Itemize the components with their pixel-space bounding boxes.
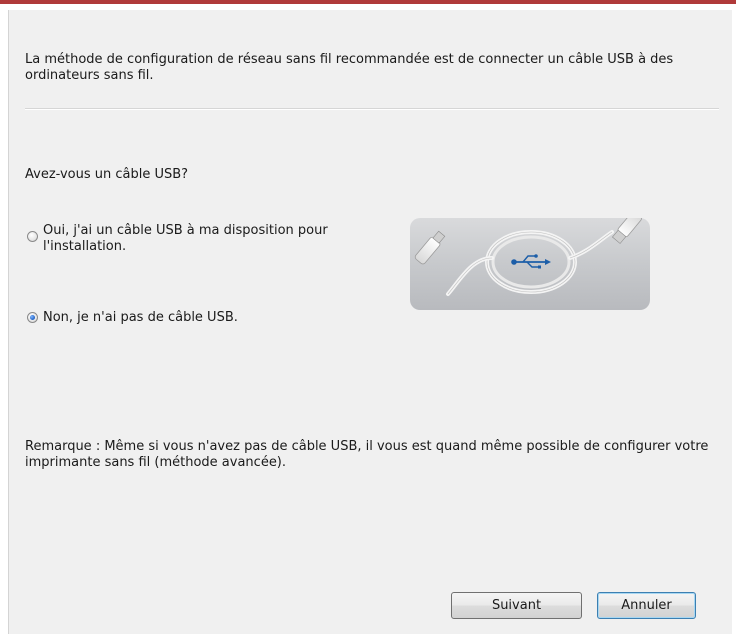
radio-no-usb[interactable]: [27, 312, 38, 323]
radio-yes-usb[interactable]: [27, 231, 38, 242]
usb-cable-illustration: [410, 211, 650, 310]
title-bar-accent: [0, 0, 736, 4]
option-no-label[interactable]: Non, je n'ai pas de câble USB.: [43, 310, 238, 326]
option-yes-label[interactable]: Oui, j'ai un câble USB à ma disposition …: [43, 223, 373, 255]
intro-text: La méthode de configuration de réseau sa…: [25, 52, 674, 83]
remark-text: Remarque : Même si vous n'avez pas de câ…: [25, 439, 709, 470]
window-border-left: [0, 10, 8, 634]
next-button[interactable]: Suivant: [451, 592, 582, 619]
separator-line: [25, 108, 719, 110]
usb-question: Avez-vous un câble USB?: [25, 167, 189, 182]
title-bar: [0, 0, 736, 10]
setup-dialog: La méthode de configuration de réseau sa…: [0, 0, 736, 634]
dialog-content: La méthode de configuration de réseau sa…: [8, 10, 732, 634]
cancel-button[interactable]: Annuler: [597, 592, 696, 619]
